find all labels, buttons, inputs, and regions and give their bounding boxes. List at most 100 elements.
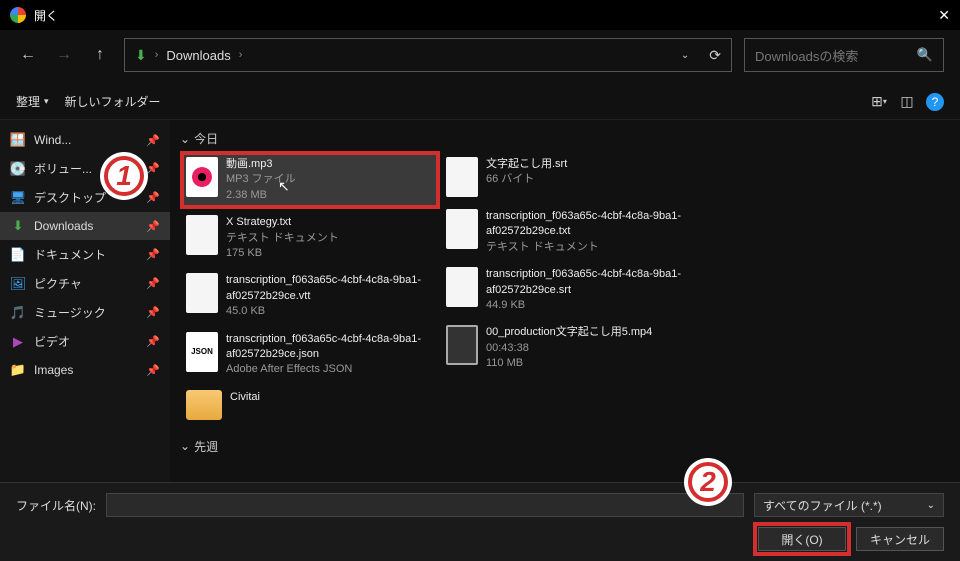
file-size: 175 KB: [226, 246, 339, 261]
group-lastweek[interactable]: ⌄先週: [180, 434, 950, 459]
nav-up[interactable]: ↑: [88, 43, 112, 67]
folder-icon: 🎵: [10, 305, 26, 321]
annotation-badge-2: 2: [684, 458, 732, 506]
window-title: 開く: [34, 7, 58, 24]
nav-row: ← → ↑ ⬇ › Downloads › ⌄ ⟳ Downloadsの検索 🔍: [0, 30, 960, 84]
file-type: MP3 ファイル: [226, 172, 296, 187]
pin-icon: 📌: [146, 248, 160, 261]
close-button[interactable]: ✕: [938, 7, 950, 24]
sidebar-item-label: Images: [34, 363, 73, 377]
file-thumb-icon: [446, 325, 478, 365]
breadcrumb[interactable]: ⬇ › Downloads › ⌄ ⟳: [124, 38, 732, 72]
file-name: 動画.mp3: [226, 157, 296, 172]
file-item[interactable]: 文字起こし用.srt66 バイト: [440, 151, 700, 203]
file-item[interactable]: Civitai: [180, 384, 440, 426]
pin-icon: 📌: [146, 162, 160, 175]
organize-button[interactable]: 整理▾: [16, 93, 49, 110]
file-type: 45.0 KB: [226, 304, 434, 319]
file-name: Civitai: [230, 390, 260, 405]
file-name: transcription_f063a65c-4cbf-4c8a-9ba1-af…: [226, 332, 434, 363]
sidebar-item-label: Wind...: [34, 133, 71, 147]
file-item[interactable]: 00_production文字起こし用5.mp400:43:38110 MB: [440, 319, 700, 377]
file-type: Adobe After Effects JSON: [226, 362, 434, 377]
open-button[interactable]: 開く(O): [758, 527, 846, 551]
file-name: X Strategy.txt: [226, 215, 339, 230]
file-type: テキスト ドキュメント: [486, 240, 694, 255]
pin-icon: 📌: [146, 277, 160, 290]
help-button[interactable]: ?: [926, 93, 944, 111]
file-item[interactable]: transcription_f063a65c-4cbf-4c8a-9ba1-af…: [180, 267, 440, 325]
sidebar-item-label: デスクトップ: [34, 189, 106, 206]
file-thumb-icon: [186, 273, 218, 313]
folder-icon: 💽: [10, 161, 26, 177]
sidebar-item[interactable]: 🪟Wind...📌: [0, 126, 170, 154]
filename-input[interactable]: [106, 493, 744, 517]
file-thumb-icon: JSON: [186, 332, 218, 372]
folder-icon: 🖥: [10, 190, 26, 206]
toolbar: 整理▾ 新しいフォルダー ⊞▾ ◫ ?: [0, 84, 960, 120]
footer: ファイル名(N): すべてのファイル (*.*)⌄ 開く(O) キャンセル: [0, 482, 960, 561]
file-thumb-icon: [446, 267, 478, 307]
group-today[interactable]: ⌄今日: [180, 126, 950, 151]
nav-back[interactable]: ←: [16, 43, 40, 67]
chevron-down-icon: ⌄: [927, 500, 935, 511]
view-mode-button[interactable]: ⊞▾: [870, 93, 888, 111]
file-type: 66 バイト: [486, 172, 567, 187]
sidebar-item-label: ビデオ: [34, 333, 70, 350]
sidebar-item[interactable]: ▶ビデオ📌: [0, 327, 170, 356]
file-size: 2.38 MB: [226, 188, 296, 203]
sidebar-item-label: ドキュメント: [34, 246, 106, 263]
folder-icon: ⬇: [10, 218, 26, 234]
file-item[interactable]: transcription_f063a65c-4cbf-4c8a-9ba1-af…: [440, 203, 700, 261]
file-size: 110 MB: [486, 356, 652, 371]
sidebar-item-label: Downloads: [34, 219, 93, 233]
file-name: transcription_f063a65c-4cbf-4c8a-9ba1-af…: [226, 273, 434, 304]
file-thumb-icon: [446, 157, 478, 197]
sidebar-item-label: ミュージック: [34, 304, 106, 321]
file-item[interactable]: X Strategy.txtテキスト ドキュメント175 KB: [180, 209, 440, 267]
file-item[interactable]: 動画.mp3MP3 ファイル2.38 MB: [180, 151, 440, 209]
file-name: 文字起こし用.srt: [486, 157, 567, 172]
sidebar-item[interactable]: 🎵ミュージック📌: [0, 298, 170, 327]
chevron-down-icon[interactable]: ⌄: [681, 50, 689, 61]
file-type: 44.9 KB: [486, 298, 694, 313]
file-name: 00_production文字起こし用5.mp4: [486, 325, 652, 340]
nav-forward: →: [52, 43, 76, 67]
sidebar-item-label: ピクチャ: [34, 275, 82, 292]
pin-icon: 📌: [146, 220, 160, 233]
chevron-right-icon: ›: [155, 49, 159, 61]
chevron-right-icon: ›: [239, 49, 243, 61]
preview-pane-button[interactable]: ◫: [898, 93, 916, 111]
search-input[interactable]: Downloadsの検索 🔍: [744, 38, 944, 72]
sidebar-item-label: ボリュー...: [34, 160, 92, 177]
file-item[interactable]: JSON transcription_f063a65c-4cbf-4c8a-9ba…: [180, 326, 440, 384]
chevron-down-icon: ⌄: [180, 439, 190, 453]
sidebar-item[interactable]: ⬇ Downloads 📌: [0, 212, 170, 240]
folder-icon: 📁: [10, 362, 26, 378]
file-name: transcription_f063a65c-4cbf-4c8a-9ba1-af…: [486, 267, 694, 298]
file-thumb-icon: [186, 215, 218, 255]
chevron-down-icon: ⌄: [180, 132, 190, 146]
file-thumb-icon: [186, 157, 218, 197]
pin-icon: 📌: [146, 134, 160, 147]
file-name: transcription_f063a65c-4cbf-4c8a-9ba1-af…: [486, 209, 694, 240]
reload-button[interactable]: ⟳: [709, 47, 721, 64]
file-type: 00:43:38: [486, 341, 652, 356]
file-type: テキスト ドキュメント: [226, 231, 339, 246]
file-thumb-icon: [446, 209, 478, 249]
new-folder-button[interactable]: 新しいフォルダー: [65, 93, 161, 110]
sidebar-item[interactable]: 📄 ドキュメント 📌: [0, 240, 170, 269]
sidebar-item[interactable]: 🖼ピクチャ📌: [0, 269, 170, 298]
pin-icon: 📌: [146, 364, 160, 377]
folder-icon: ▶: [10, 334, 26, 350]
crumb-downloads[interactable]: Downloads: [166, 48, 230, 63]
search-placeholder: Downloadsの検索: [755, 46, 858, 65]
cancel-button[interactable]: キャンセル: [856, 527, 944, 551]
filetype-filter[interactable]: すべてのファイル (*.*)⌄: [754, 493, 944, 517]
search-icon: 🔍: [917, 47, 933, 63]
chrome-icon: [10, 7, 26, 23]
file-thumb-icon: [186, 390, 222, 420]
folder-icon: 📄: [10, 247, 26, 263]
file-item[interactable]: transcription_f063a65c-4cbf-4c8a-9ba1-af…: [440, 261, 700, 319]
sidebar-item[interactable]: 📁 Images 📌: [0, 356, 170, 384]
